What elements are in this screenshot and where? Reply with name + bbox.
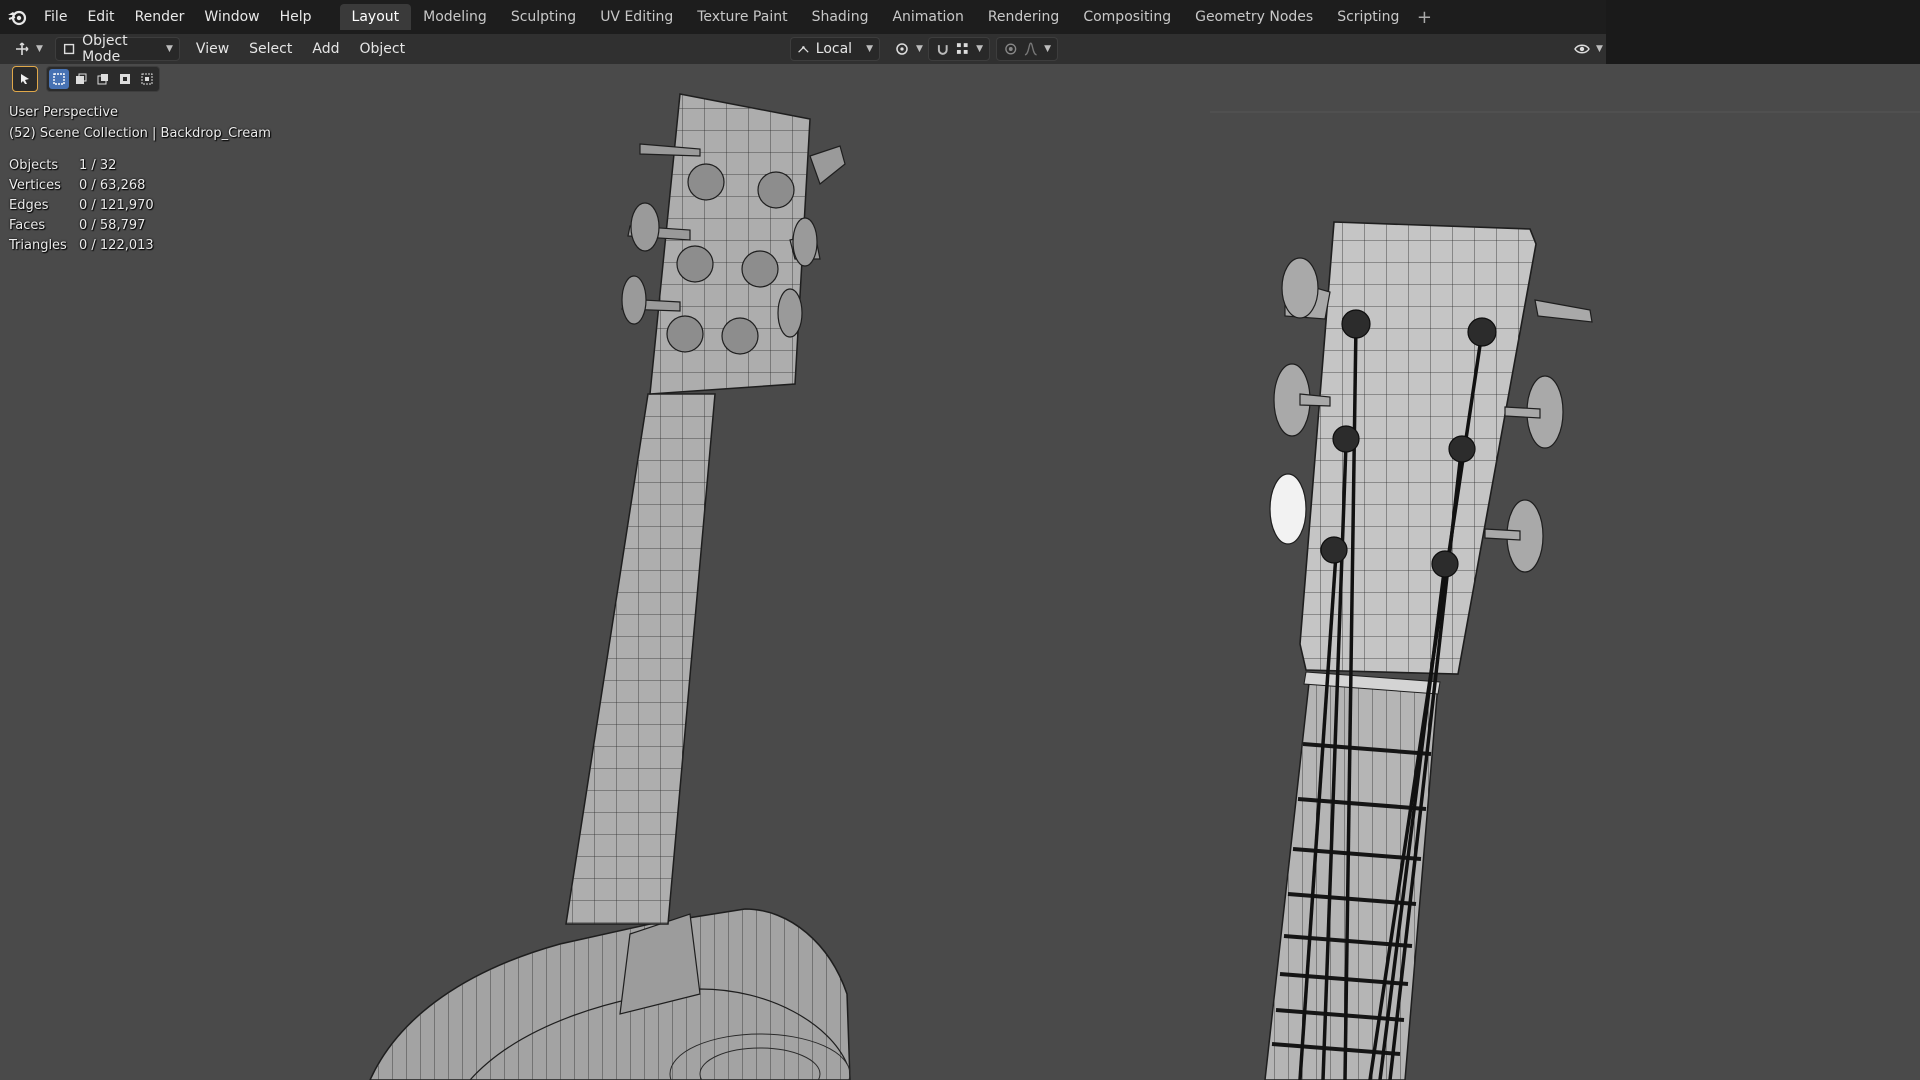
menu-view[interactable]: View (190, 37, 235, 61)
tab-texture-paint[interactable]: Texture Paint (685, 4, 799, 30)
guitar-back-mesh[interactable] (369, 93, 851, 1080)
proportional-editing-toggle[interactable]: ▼ (996, 37, 1058, 61)
stat-row-vertices: Vertices 0 / 63,268 (9, 176, 271, 196)
viewport-header: ▼ Object Mode ▼ View Select Add Object L… (0, 33, 1609, 65)
stat-value: 0 / 58,797 (79, 218, 146, 233)
menu-help[interactable]: Help (270, 0, 322, 34)
select-subtract-icon[interactable] (93, 69, 113, 89)
stat-value: 0 / 63,268 (79, 178, 146, 193)
chevron-down-icon: ▼ (36, 44, 43, 54)
menu-render[interactable]: Render (125, 0, 195, 34)
pivot-point-button[interactable]: ▼ (888, 37, 929, 61)
menu-edit[interactable]: Edit (77, 0, 124, 34)
tab-compositing[interactable]: Compositing (1071, 4, 1183, 30)
selected-tuner-key[interactable] (1269, 473, 1307, 545)
orientation-label: Local (815, 41, 853, 57)
menu-file[interactable]: File (34, 0, 77, 34)
stat-value: 1 / 32 (79, 158, 117, 173)
viewport-tool-row (12, 66, 160, 92)
stat-label: Edges (9, 198, 49, 213)
scene-statistics: Objects 1 / 32 Vertices 0 / 63,268 Edges… (9, 156, 271, 256)
menu-select[interactable]: Select (243, 37, 298, 61)
stat-label: Triangles (9, 238, 67, 253)
chevron-down-icon: ▼ (866, 44, 873, 54)
menu-window[interactable]: Window (194, 0, 269, 34)
snap-grid-icon (956, 43, 968, 54)
object-mode-icon (63, 43, 75, 55)
stat-label: Vertices (9, 178, 61, 193)
stat-label: Objects (9, 158, 59, 173)
tab-scripting[interactable]: Scripting (1325, 4, 1411, 30)
select-extend-icon[interactable] (71, 69, 91, 89)
pivot-icon (896, 43, 908, 55)
workspace-tabs: Layout Modeling Sculpting UV Editing Tex… (339, 0, 1438, 34)
guitar-front-mesh[interactable] (1264, 221, 1593, 1080)
mode-label: Object Mode (82, 33, 128, 65)
chevron-down-icon: ▼ (1044, 44, 1051, 54)
tab-animation[interactable]: Animation (880, 4, 975, 30)
editor-type-button[interactable]: ▼ (8, 37, 49, 61)
tab-layout[interactable]: Layout (339, 4, 412, 30)
select-intersect-icon[interactable] (137, 69, 157, 89)
editor-type-icon (16, 42, 29, 55)
stat-row-edges: Edges 0 / 121,970 (9, 196, 271, 216)
selection-mode-group (46, 66, 160, 92)
visibility-button[interactable]: ▼ (1568, 37, 1609, 61)
stat-row-faces: Faces 0 / 58,797 (9, 216, 271, 236)
select-new-icon[interactable] (49, 69, 69, 89)
falloff-curve-icon (1024, 42, 1037, 56)
menu-object[interactable]: Object (353, 37, 411, 61)
chevron-down-icon: ▼ (976, 44, 983, 54)
menu-add[interactable]: Add (306, 37, 345, 61)
tab-sculpting[interactable]: Sculpting (499, 4, 588, 30)
stat-row-triangles: Triangles 0 / 122,013 (9, 236, 271, 256)
eye-icon (1574, 44, 1590, 54)
orientation-icon (798, 46, 809, 53)
tab-shading[interactable]: Shading (800, 4, 881, 30)
select-invert-icon[interactable] (115, 69, 135, 89)
tab-modeling[interactable]: Modeling (411, 4, 499, 30)
top-menu-bar: File Edit Render Window Help Layout Mode… (0, 0, 1606, 34)
cursor-arrow-icon (21, 74, 29, 84)
blender-logo-icon[interactable] (0, 0, 34, 34)
stat-value: 0 / 121,970 (79, 198, 154, 213)
tab-uv-editing[interactable]: UV Editing (588, 4, 685, 30)
3d-viewport[interactable] (0, 64, 1920, 1080)
magnet-icon (937, 45, 948, 55)
transform-orientation-dropdown[interactable]: Local ▼ (790, 37, 880, 61)
snap-toggle[interactable]: ▼ (928, 37, 990, 61)
chevron-down-icon: ▼ (916, 44, 923, 54)
stat-row-objects: Objects 1 / 32 (9, 156, 271, 176)
chevron-down-icon: ▼ (1596, 44, 1603, 54)
select-tool-button[interactable] (12, 66, 38, 92)
add-workspace-button[interactable]: + (1411, 4, 1437, 30)
proportional-icon (1005, 43, 1017, 55)
view-name-label: User Perspective (9, 105, 119, 120)
tab-geometry-nodes[interactable]: Geometry Nodes (1183, 4, 1325, 30)
mode-dropdown[interactable]: Object Mode ▼ (54, 33, 180, 65)
scene-render (369, 93, 1920, 1080)
stat-value: 0 / 122,013 (79, 238, 154, 253)
chevron-down-icon: ▼ (166, 44, 173, 54)
stat-label: Faces (9, 218, 46, 233)
collection-label: (52) Scene Collection | Backdrop_Cream (9, 126, 271, 141)
tab-rendering[interactable]: Rendering (976, 4, 1072, 30)
viewport-info-overlay: User Perspective (52) Scene Collection |… (9, 102, 271, 256)
